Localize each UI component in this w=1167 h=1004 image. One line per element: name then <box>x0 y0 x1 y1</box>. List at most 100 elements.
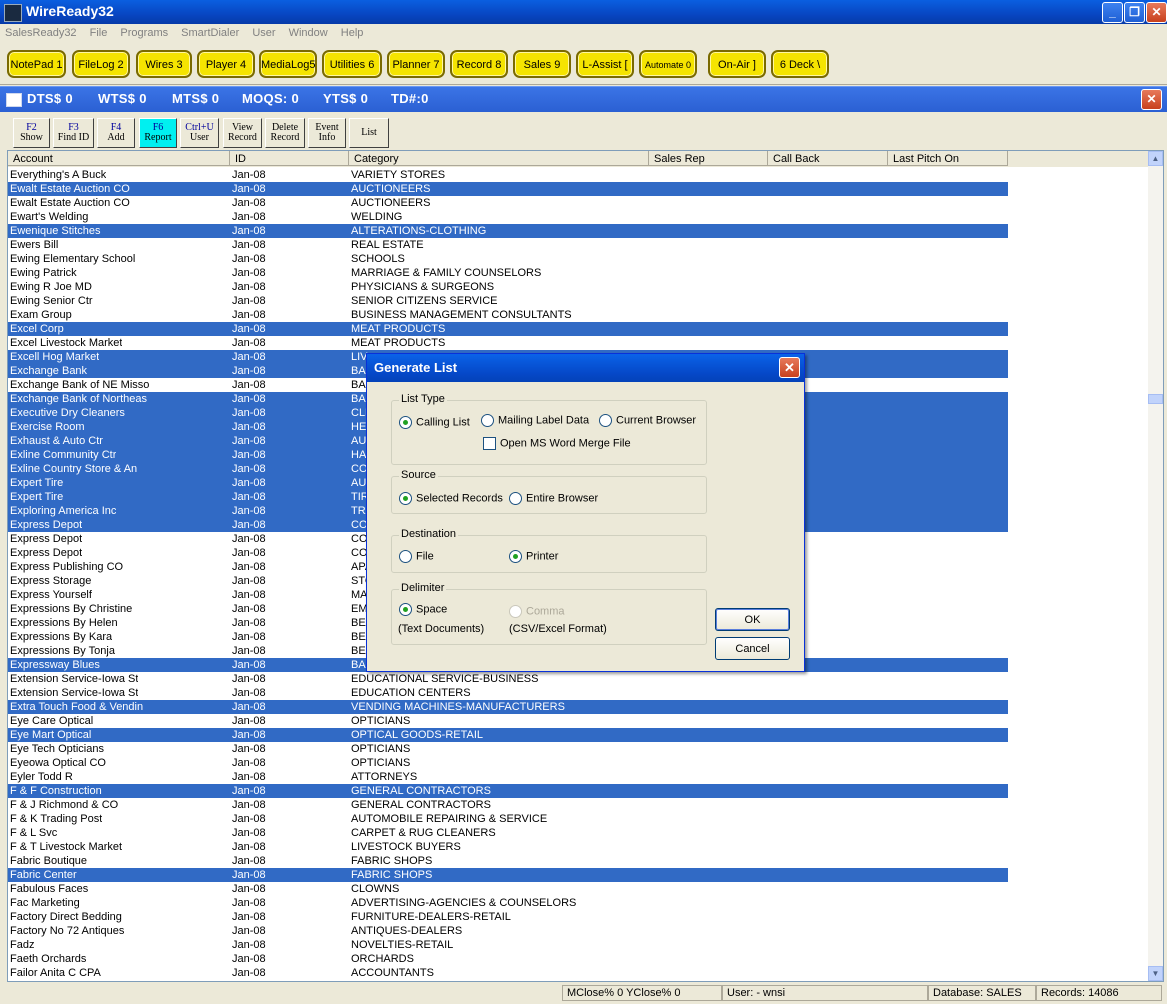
table-row[interactable]: Ewers Bill Jan-08 REAL ESTATE <box>8 238 1008 252</box>
table-row[interactable]: Excel Corp Jan-08 MEAT PRODUCTS <box>8 322 1008 336</box>
menu-file[interactable]: File <box>85 24 113 39</box>
event-info-button[interactable]: Event Info <box>308 118 346 148</box>
cell-account: Exline Community Ctr <box>10 449 117 461</box>
table-row[interactable]: F & T Livestock Market Jan-08 LIVESTOCK BU… <box>8 840 1008 854</box>
table-row[interactable]: Ewing Patrick Jan-08 MARRIAGE & FAMILY COU… <box>8 266 1008 280</box>
table-row[interactable]: Fabulous Faces Jan-08 CLOWNS <box>8 882 1008 896</box>
planner-button[interactable]: Planner 7 <box>387 50 445 78</box>
view-record-button[interactable]: View Record <box>223 118 262 148</box>
current-browser-radio[interactable]: Current Browser <box>599 414 696 427</box>
cell-account: Fabric Boutique <box>10 855 88 867</box>
player-button[interactable]: Player 4 <box>197 50 255 78</box>
l-assist-button[interactable]: L-Assist [ <box>576 50 634 78</box>
6-deck-button[interactable]: 6 Deck \ <box>771 50 829 78</box>
table-row[interactable]: Ewing R Joe MD Jan-08 PHYSICIANS & SURGEON… <box>8 280 1008 294</box>
cell-account: Exchange Bank of NE Misso <box>10 379 150 391</box>
cancel-button[interactable]: Cancel <box>715 637 790 660</box>
delete-record-button[interactable]: Delete Record <box>265 118 305 148</box>
table-row[interactable]: F & L Svc Jan-08 CARPET & RUG CLEANERS <box>8 826 1008 840</box>
table-row[interactable]: Ewenique Stitches Jan-08 ALTERATIONS-CLOTH… <box>8 224 1008 238</box>
ok-button[interactable]: OK <box>715 608 790 631</box>
menu-help[interactable]: Help <box>336 24 369 39</box>
table-row[interactable]: F & F Construction Jan-08 GENERAL CONTRACT… <box>8 784 1008 798</box>
cell-account: Extra Touch Food & Vendin <box>10 701 144 713</box>
table-row[interactable]: Fadz Jan-08 NOVELTIES-RETAIL <box>8 938 1008 952</box>
calling-list-radio[interactable]: Calling List <box>399 416 470 429</box>
menu-window[interactable]: Window <box>284 24 333 39</box>
user-button[interactable]: Ctrl+U User <box>180 118 219 148</box>
col-call-back[interactable]: Call Back <box>768 151 888 166</box>
table-row[interactable]: F & J Richmond & CO Jan-08 GENERAL CONTRAC… <box>8 798 1008 812</box>
word-merge-checkbox[interactable]: Open MS Word Merge File <box>483 437 631 450</box>
mailing-label-radio[interactable]: Mailing Label Data <box>481 414 589 427</box>
medialog-button[interactable]: MediaLog5 <box>259 50 317 78</box>
grid-scrollbar[interactable]: ▲ ▼ <box>1148 151 1163 981</box>
table-row[interactable]: F & K Trading Post Jan-08 AUTOMOBILE REPAI… <box>8 812 1008 826</box>
utilities-button[interactable]: Utilities 6 <box>322 50 382 78</box>
col-sales-rep[interactable]: Sales Rep <box>649 151 768 166</box>
table-row[interactable]: Ewalt Estate Auction CO Jan-08 AUCTIONEERS <box>8 196 1008 210</box>
report-button[interactable]: F6 Report <box>139 118 177 148</box>
table-row[interactable]: Fac Marketing Jan-08 ADVERTISING-AGENCIES … <box>8 896 1008 910</box>
dialog-close-button[interactable]: ✕ <box>779 357 800 378</box>
table-row[interactable]: Eyeowa Optical CO Jan-08 OPTICIANS <box>8 756 1008 770</box>
scroll-up-icon[interactable]: ▲ <box>1148 151 1163 166</box>
col-category[interactable]: Category <box>349 151 649 166</box>
scroll-thumb[interactable] <box>1148 394 1163 404</box>
table-row[interactable]: Fabric Center Jan-08 FABRIC SHOPS <box>8 868 1008 882</box>
printer-label: Printer <box>526 550 559 563</box>
scroll-down-icon[interactable]: ▼ <box>1148 966 1163 981</box>
table-row[interactable]: Excel Livestock Market Jan-08 MEAT PRODUCT… <box>8 336 1008 350</box>
table-row[interactable]: Ewing Elementary School Jan-08 SCHOOLS <box>8 252 1008 266</box>
cell-id: Jan-08 <box>232 715 266 727</box>
wires-button[interactable]: Wires 3 <box>136 50 192 78</box>
cell-account: Extension Service-Iowa St <box>10 673 139 685</box>
table-row[interactable]: Extension Service-Iowa St Jan-08 EDUCATION… <box>8 686 1008 700</box>
restore-button[interactable]: ❐ <box>1124 2 1145 23</box>
menu-programs[interactable]: Programs <box>115 24 173 39</box>
table-row[interactable]: Fabric Boutique Jan-08 FABRIC SHOPS <box>8 854 1008 868</box>
file-radio[interactable]: File <box>399 550 434 563</box>
table-row[interactable]: Factory Direct Bedding Jan-08 FURNITURE-DE… <box>8 910 1008 924</box>
filelog-button[interactable]: FileLog 2 <box>72 50 130 78</box>
cell-category: REAL ESTATE <box>351 239 424 251</box>
printer-radio[interactable]: Printer <box>509 550 558 563</box>
table-row[interactable]: Failor Anita C CPA Jan-08 ACCOUNTANTS <box>8 966 1008 980</box>
add-button[interactable]: F4 Add <box>97 118 135 148</box>
comma-radio[interactable]: Comma <box>509 605 565 618</box>
table-row[interactable]: Ewart's Welding Jan-08 WELDING <box>8 210 1008 224</box>
minimize-button[interactable]: _ <box>1102 2 1123 23</box>
table-row[interactable]: Exam Group Jan-08 BUSINESS MANAGEMENT CONS… <box>8 308 1008 322</box>
on-air-button[interactable]: On-Air ] <box>708 50 766 78</box>
table-row[interactable]: Everything's A Buck Jan-08 VARIETY STORES <box>8 168 1008 182</box>
table-row[interactable]: Eye Mart Optical Jan-08 OPTICAL GOODS-RETA… <box>8 728 1008 742</box>
selected-records-radio[interactable]: Selected Records <box>399 492 503 505</box>
notepad-button[interactable]: NotePad 1 <box>7 50 66 78</box>
list-button[interactable]: List <box>349 118 389 148</box>
entire-browser-radio[interactable]: Entire Browser <box>509 492 598 505</box>
menu-smartdialer[interactable]: SmartDialer <box>176 24 244 39</box>
close-button[interactable]: ✕ <box>1146 2 1167 23</box>
sales-button[interactable]: Sales 9 <box>513 50 571 78</box>
table-row[interactable]: Extra Touch Food & Vendin Jan-08 VENDING M… <box>8 700 1008 714</box>
col-id[interactable]: ID <box>230 151 349 166</box>
show-button[interactable]: F2 Show <box>13 118 50 148</box>
space-radio[interactable]: Space <box>399 603 447 616</box>
record-button[interactable]: Record 8 <box>450 50 508 78</box>
menu-user[interactable]: User <box>247 24 280 39</box>
mdi-close-button[interactable]: ✕ <box>1141 89 1162 110</box>
table-row[interactable]: Ewalt Estate Auction CO Jan-08 AUCTIONEERS <box>8 182 1008 196</box>
col-account[interactable]: Account <box>8 151 230 166</box>
table-row[interactable]: Faeth Orchards Jan-08 ORCHARDS <box>8 952 1008 966</box>
col-last-pitch-on[interactable]: Last Pitch On <box>888 151 1008 166</box>
table-row[interactable]: Eye Care Optical Jan-08 OPTICIANS <box>8 714 1008 728</box>
table-row[interactable]: Eye Tech Opticians Jan-08 OPTICIANS <box>8 742 1008 756</box>
table-row[interactable]: Eyler Todd R Jan-08 ATTORNEYS <box>8 770 1008 784</box>
table-row[interactable]: Extension Service-Iowa St Jan-08 EDUCATION… <box>8 672 1008 686</box>
menu-salesready32[interactable]: SalesReady32 <box>0 24 82 39</box>
find-id-button[interactable]: F3 Find ID <box>53 118 94 148</box>
add-label: Add <box>107 132 125 143</box>
table-row[interactable]: Ewing Senior Ctr Jan-08 SENIOR CITIZENS SE… <box>8 294 1008 308</box>
table-row[interactable]: Factory No 72 Antiques Jan-08 ANTIQUES-DEA… <box>8 924 1008 938</box>
automate-button[interactable]: Automate 0 <box>639 50 697 78</box>
